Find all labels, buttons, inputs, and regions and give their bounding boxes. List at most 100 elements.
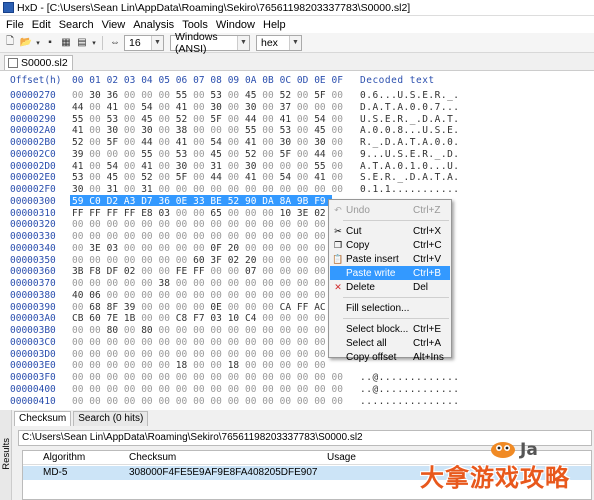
hex-byte[interactable]: 00 bbox=[124, 255, 138, 266]
hex-byte[interactable]: 00 bbox=[72, 255, 86, 266]
display-mode-select[interactable]: hex ▼ bbox=[256, 34, 302, 51]
hex-byte[interactable]: 00 bbox=[124, 125, 138, 136]
hex-byte[interactable]: 00 bbox=[297, 125, 311, 136]
hex-byte[interactable]: 00 bbox=[228, 114, 242, 125]
hex-byte[interactable]: 00 bbox=[176, 325, 190, 336]
hex-byte[interactable]: 52 bbox=[176, 114, 190, 125]
hex-byte[interactable]: 54 bbox=[210, 137, 224, 148]
column-usage[interactable]: Usage bbox=[327, 452, 356, 463]
hex-byte[interactable]: 41 bbox=[176, 137, 190, 148]
hex-byte[interactable]: 53 bbox=[280, 125, 294, 136]
context-menu-paste-write[interactable]: Paste write Ctrl+B bbox=[330, 266, 450, 280]
hex-byte[interactable]: 00 bbox=[228, 384, 242, 395]
hex-byte[interactable]: 36 bbox=[159, 196, 173, 207]
hex-byte[interactable]: 55 bbox=[72, 114, 86, 125]
hex-byte[interactable]: 00 bbox=[72, 231, 86, 242]
hex-byte[interactable]: 5F bbox=[314, 90, 328, 101]
hex-byte[interactable]: 00 bbox=[107, 219, 121, 230]
menu-window[interactable]: Window bbox=[212, 19, 259, 31]
hex-byte[interactable]: 00 bbox=[124, 137, 138, 148]
hex-byte[interactable]: 00 bbox=[141, 372, 155, 383]
context-menu-paste-insert[interactable]: 📋 Paste insert Ctrl+V bbox=[330, 252, 450, 266]
hex-byte[interactable]: 41 bbox=[107, 102, 121, 113]
hex-byte[interactable]: 30 bbox=[280, 137, 294, 148]
hex-byte[interactable]: 00 bbox=[124, 114, 138, 125]
hex-byte[interactable]: 10 bbox=[228, 313, 242, 324]
hex-byte[interactable]: 00 bbox=[141, 231, 155, 242]
hex-byte[interactable]: 00 bbox=[245, 302, 259, 313]
hex-byte[interactable]: 30 bbox=[245, 102, 259, 113]
hex-byte[interactable]: 00 bbox=[89, 102, 103, 113]
decoded-text[interactable]: ..@............. bbox=[360, 372, 460, 383]
hex-byte[interactable]: 00 bbox=[245, 337, 259, 348]
hex-byte[interactable]: 00 bbox=[245, 396, 259, 407]
hex-byte[interactable]: 00 bbox=[159, 184, 173, 195]
hex-byte[interactable]: 54 bbox=[314, 114, 328, 125]
hex-byte[interactable]: 00 bbox=[262, 278, 276, 289]
hex-byte[interactable]: 00 bbox=[297, 90, 311, 101]
hex-byte[interactable]: 44 bbox=[245, 114, 259, 125]
hex-byte[interactable]: 02 bbox=[314, 208, 328, 219]
hex-byte[interactable]: 00 bbox=[159, 243, 173, 254]
hex-byte[interactable]: C0 bbox=[89, 196, 103, 207]
hex-byte[interactable]: 00 bbox=[193, 372, 207, 383]
hex-byte[interactable]: 00 bbox=[141, 313, 155, 324]
hex-byte[interactable]: 3E bbox=[297, 208, 311, 219]
hex-byte[interactable]: C4 bbox=[245, 313, 259, 324]
decoded-text[interactable]: A.T.A.0.1.0...U. bbox=[360, 161, 460, 172]
hex-byte[interactable]: 00 bbox=[159, 325, 173, 336]
hex-byte[interactable]: 00 bbox=[245, 208, 259, 219]
hex-byte[interactable]: 00 bbox=[193, 172, 207, 183]
hex-byte[interactable]: 30 bbox=[245, 161, 259, 172]
hex-byte[interactable]: 00 bbox=[193, 208, 207, 219]
hex-byte[interactable]: 00 bbox=[72, 278, 86, 289]
hex-byte[interactable]: 00 bbox=[314, 372, 328, 383]
hex-byte[interactable]: 00 bbox=[107, 360, 121, 371]
hex-byte[interactable]: 00 bbox=[297, 384, 311, 395]
hex-byte[interactable]: 00 bbox=[297, 290, 311, 301]
hex-byte[interactable]: 00 bbox=[262, 349, 276, 360]
hex-byte[interactable]: 00 bbox=[159, 337, 173, 348]
hex-byte[interactable]: 00 bbox=[262, 313, 276, 324]
menu-tools[interactable]: Tools bbox=[178, 19, 212, 31]
hex-byte[interactable]: 1B bbox=[124, 313, 138, 324]
hex-byte[interactable]: 52 bbox=[72, 137, 86, 148]
hex-byte[interactable]: 00 bbox=[107, 372, 121, 383]
hex-byte[interactable]: 00 bbox=[72, 372, 86, 383]
hex-byte[interactable]: 44 bbox=[314, 149, 328, 160]
hex-byte[interactable]: 00 bbox=[314, 349, 328, 360]
hex-byte[interactable]: 00 bbox=[314, 184, 328, 195]
hex-byte[interactable]: 41 bbox=[72, 125, 86, 136]
open-file-icon[interactable]: 📂 bbox=[19, 36, 33, 50]
hex-byte[interactable]: F9 bbox=[314, 196, 328, 207]
hex-byte[interactable]: 00 bbox=[297, 219, 311, 230]
hex-byte[interactable]: 7E bbox=[107, 313, 121, 324]
hex-byte[interactable]: 41 bbox=[176, 102, 190, 113]
hex-byte[interactable]: 00 bbox=[297, 337, 311, 348]
hex-byte[interactable]: 00 bbox=[193, 161, 207, 172]
hex-byte[interactable]: 00 bbox=[280, 313, 294, 324]
hex-byte[interactable]: 00 bbox=[193, 102, 207, 113]
hex-byte[interactable]: 00 bbox=[297, 266, 311, 277]
hex-byte[interactable]: 36 bbox=[107, 90, 121, 101]
hex-byte[interactable]: 00 bbox=[245, 325, 259, 336]
hex-byte[interactable]: 9B bbox=[297, 196, 311, 207]
hex-byte[interactable]: 5F bbox=[176, 172, 190, 183]
hex-byte[interactable]: 0E bbox=[176, 196, 190, 207]
context-menu-select-block[interactable]: Select block... Ctrl+E bbox=[330, 322, 450, 336]
hex-byte[interactable]: 00 bbox=[314, 243, 328, 254]
hex-byte[interactable]: 00 bbox=[159, 290, 173, 301]
tab-checksum[interactable]: Checksum bbox=[14, 411, 72, 426]
hex-byte[interactable]: 00 bbox=[262, 114, 276, 125]
hex-byte[interactable]: 00 bbox=[297, 325, 311, 336]
hex-byte[interactable]: D2 bbox=[107, 196, 121, 207]
hex-byte[interactable]: 00 bbox=[332, 125, 346, 136]
hex-byte[interactable]: 00 bbox=[297, 102, 311, 113]
hex-byte[interactable]: 00 bbox=[297, 278, 311, 289]
hex-byte[interactable]: 00 bbox=[141, 255, 155, 266]
hex-byte[interactable]: FF bbox=[297, 302, 311, 313]
decoded-text[interactable]: 9...U.S.E.R._.D. bbox=[360, 149, 460, 160]
context-menu-delete[interactable]: ✕ Delete Del bbox=[330, 280, 450, 294]
context-menu-copy-offset[interactable]: Copy offset Alt+Ins bbox=[330, 350, 450, 364]
hex-byte[interactable]: 00 bbox=[159, 384, 173, 395]
